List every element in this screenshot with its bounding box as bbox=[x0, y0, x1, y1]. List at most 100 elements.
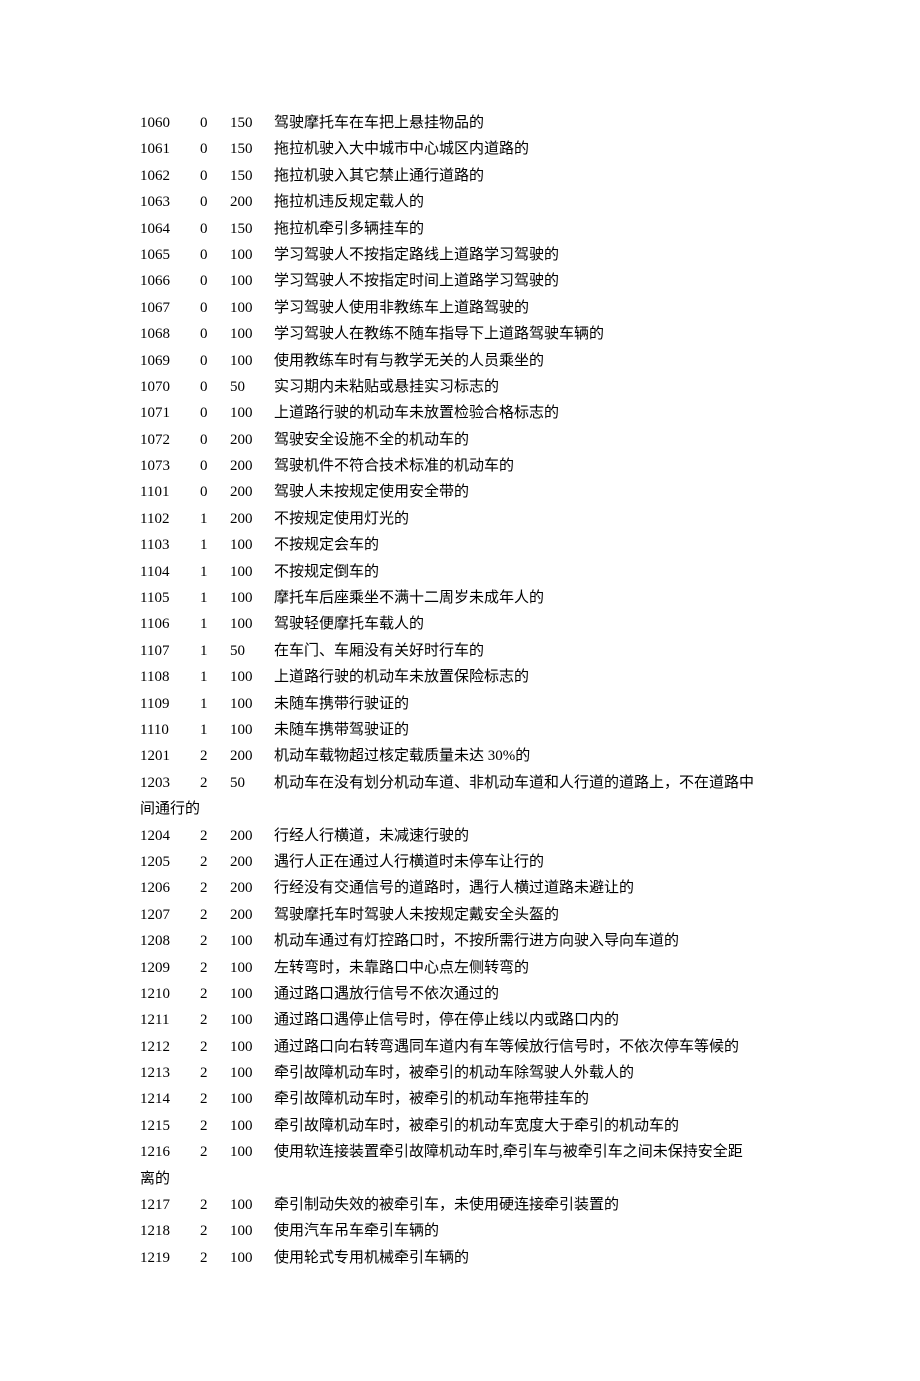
violation-description: 驾驶摩托车在车把上悬挂物品的 bbox=[274, 110, 780, 136]
table-row: 12142100牵引故障机动车时，被牵引的机动车拖带挂车的 bbox=[140, 1086, 780, 1112]
table-row: 10730200驾驶机件不符合技术标准的机动车的 bbox=[140, 453, 780, 479]
table-row: 10670100学习驾驶人使用非教练车上道路驾驶的 bbox=[140, 295, 780, 321]
violation-description: 学习驾驶人在教练不随车指导下上道路驾驶车辆的 bbox=[274, 321, 780, 347]
table-row: 12102100通过路口遇放行信号不依次通过的 bbox=[140, 981, 780, 1007]
table-row: 1203250机动车在没有划分机动车道、非机动车道和人行道的道路上，不在道路中 bbox=[140, 770, 780, 796]
violation-description: 拖拉机违反规定载人的 bbox=[274, 189, 780, 215]
violation-code: 1061 bbox=[140, 136, 200, 162]
fine-amount: 100 bbox=[230, 1218, 274, 1244]
violation-description: 拖拉机牵引多辆挂车的 bbox=[274, 216, 780, 242]
violation-description: 学习驾驶人使用非教练车上道路驾驶的 bbox=[274, 295, 780, 321]
violation-code: 1065 bbox=[140, 242, 200, 268]
violation-description: 学习驾驶人不按指定路线上道路学习驾驶的 bbox=[274, 242, 780, 268]
points: 1 bbox=[200, 611, 230, 637]
violation-code: 1071 bbox=[140, 400, 200, 426]
fine-amount: 100 bbox=[230, 955, 274, 981]
table-row: 12182100使用汽车吊车牵引车辆的 bbox=[140, 1218, 780, 1244]
points: 2 bbox=[200, 770, 230, 796]
points: 2 bbox=[200, 875, 230, 901]
points: 1 bbox=[200, 532, 230, 558]
violation-code: 1064 bbox=[140, 216, 200, 242]
points: 2 bbox=[200, 955, 230, 981]
violation-code: 1205 bbox=[140, 849, 200, 875]
table-row: 12162100使用软连接装置牵引故障机动车时,牵引车与被牵引车之间未保持安全距 bbox=[140, 1139, 780, 1165]
fine-amount: 200 bbox=[230, 427, 274, 453]
fine-amount: 50 bbox=[230, 770, 274, 796]
fine-amount: 200 bbox=[230, 875, 274, 901]
violation-code: 1101 bbox=[140, 479, 200, 505]
points: 2 bbox=[200, 1086, 230, 1112]
table-row: 11101100未随车携带驾驶证的 bbox=[140, 717, 780, 743]
table-row: 12172100牵引制动失效的被牵引车，未使用硬连接牵引装置的 bbox=[140, 1192, 780, 1218]
violation-description: 机动车通过有灯控路口时，不按所需行进方向驶入导向车道的 bbox=[274, 928, 780, 954]
fine-amount: 200 bbox=[230, 453, 274, 479]
violation-code: 1213 bbox=[140, 1060, 200, 1086]
violation-description: 未随车携带行驶证的 bbox=[274, 691, 780, 717]
fine-amount: 100 bbox=[230, 1086, 274, 1112]
violation-code: 1206 bbox=[140, 875, 200, 901]
points: 0 bbox=[200, 216, 230, 242]
fine-amount: 100 bbox=[230, 242, 274, 268]
fine-amount: 100 bbox=[230, 664, 274, 690]
fine-amount: 100 bbox=[230, 532, 274, 558]
violation-description: 通过路口遇放行信号不依次通过的 bbox=[274, 981, 780, 1007]
points: 2 bbox=[200, 981, 230, 1007]
violation-code: 1063 bbox=[140, 189, 200, 215]
violation-description: 学习驾驶人不按指定时间上道路学习驾驶的 bbox=[274, 268, 780, 294]
violation-description: 实习期内未粘贴或悬挂实习标志的 bbox=[274, 374, 780, 400]
violation-code: 1215 bbox=[140, 1113, 200, 1139]
points: 2 bbox=[200, 1007, 230, 1033]
points: 0 bbox=[200, 189, 230, 215]
points: 2 bbox=[200, 1113, 230, 1139]
table-row: 10600150驾驶摩托车在车把上悬挂物品的 bbox=[140, 110, 780, 136]
violation-code: 1060 bbox=[140, 110, 200, 136]
table-row: 12112100通过路口遇停止信号时，停在停止线以内或路口内的 bbox=[140, 1007, 780, 1033]
fine-amount: 50 bbox=[230, 374, 274, 400]
points: 0 bbox=[200, 479, 230, 505]
points: 2 bbox=[200, 823, 230, 849]
violation-description: 使用轮式专用机械牵引车辆的 bbox=[274, 1245, 780, 1271]
violation-code: 1110 bbox=[140, 717, 200, 743]
violation-code: 1073 bbox=[140, 453, 200, 479]
violation-description: 驾驶机件不符合技术标准的机动车的 bbox=[274, 453, 780, 479]
table-row: 10690100使用教练车时有与教学无关的人员乘坐的 bbox=[140, 348, 780, 374]
table-row: 10680100学习驾驶人在教练不随车指导下上道路驾驶车辆的 bbox=[140, 321, 780, 347]
points: 0 bbox=[200, 400, 230, 426]
violation-code: 1203 bbox=[140, 770, 200, 796]
fine-amount: 200 bbox=[230, 849, 274, 875]
table-row: 10710100上道路行驶的机动车未放置检验合格标志的 bbox=[140, 400, 780, 426]
fine-amount: 100 bbox=[230, 400, 274, 426]
fine-amount: 200 bbox=[230, 189, 274, 215]
fine-amount: 150 bbox=[230, 216, 274, 242]
violation-description: 行经人行横道，未减速行驶的 bbox=[274, 823, 780, 849]
points: 0 bbox=[200, 427, 230, 453]
fine-amount: 200 bbox=[230, 823, 274, 849]
table-row: 12192100使用轮式专用机械牵引车辆的 bbox=[140, 1245, 780, 1271]
violation-description: 通过路口向右转弯遇同车道内有车等候放行信号时，不依次停车等候的 bbox=[274, 1034, 780, 1060]
violation-code: 1067 bbox=[140, 295, 200, 321]
violation-code: 1204 bbox=[140, 823, 200, 849]
violation-description: 牵引故障机动车时，被牵引的机动车除驾驶人外载人的 bbox=[274, 1060, 780, 1086]
table-row: 11031100不按规定会车的 bbox=[140, 532, 780, 558]
points: 2 bbox=[200, 743, 230, 769]
fine-amount: 200 bbox=[230, 902, 274, 928]
points: 0 bbox=[200, 348, 230, 374]
violation-code: 1107 bbox=[140, 638, 200, 664]
violation-code: 1218 bbox=[140, 1218, 200, 1244]
violation-description: 摩托车后座乘坐不满十二周岁未成年人的 bbox=[274, 585, 780, 611]
fine-amount: 200 bbox=[230, 743, 274, 769]
points: 2 bbox=[200, 1139, 230, 1165]
points: 1 bbox=[200, 664, 230, 690]
violation-description: 在车门、车厢没有关好时行车的 bbox=[274, 638, 780, 664]
violation-description: 机动车载物超过核定载质量未达 30%的 bbox=[274, 743, 780, 769]
points: 2 bbox=[200, 849, 230, 875]
points: 2 bbox=[200, 928, 230, 954]
violation-code: 1072 bbox=[140, 427, 200, 453]
violation-description: 上道路行驶的机动车未放置检验合格标志的 bbox=[274, 400, 780, 426]
violation-code: 1209 bbox=[140, 955, 200, 981]
violation-description-overflow: 离的 bbox=[140, 1166, 780, 1192]
fine-amount: 100 bbox=[230, 585, 274, 611]
violation-code: 1108 bbox=[140, 664, 200, 690]
points: 1 bbox=[200, 559, 230, 585]
points: 0 bbox=[200, 242, 230, 268]
